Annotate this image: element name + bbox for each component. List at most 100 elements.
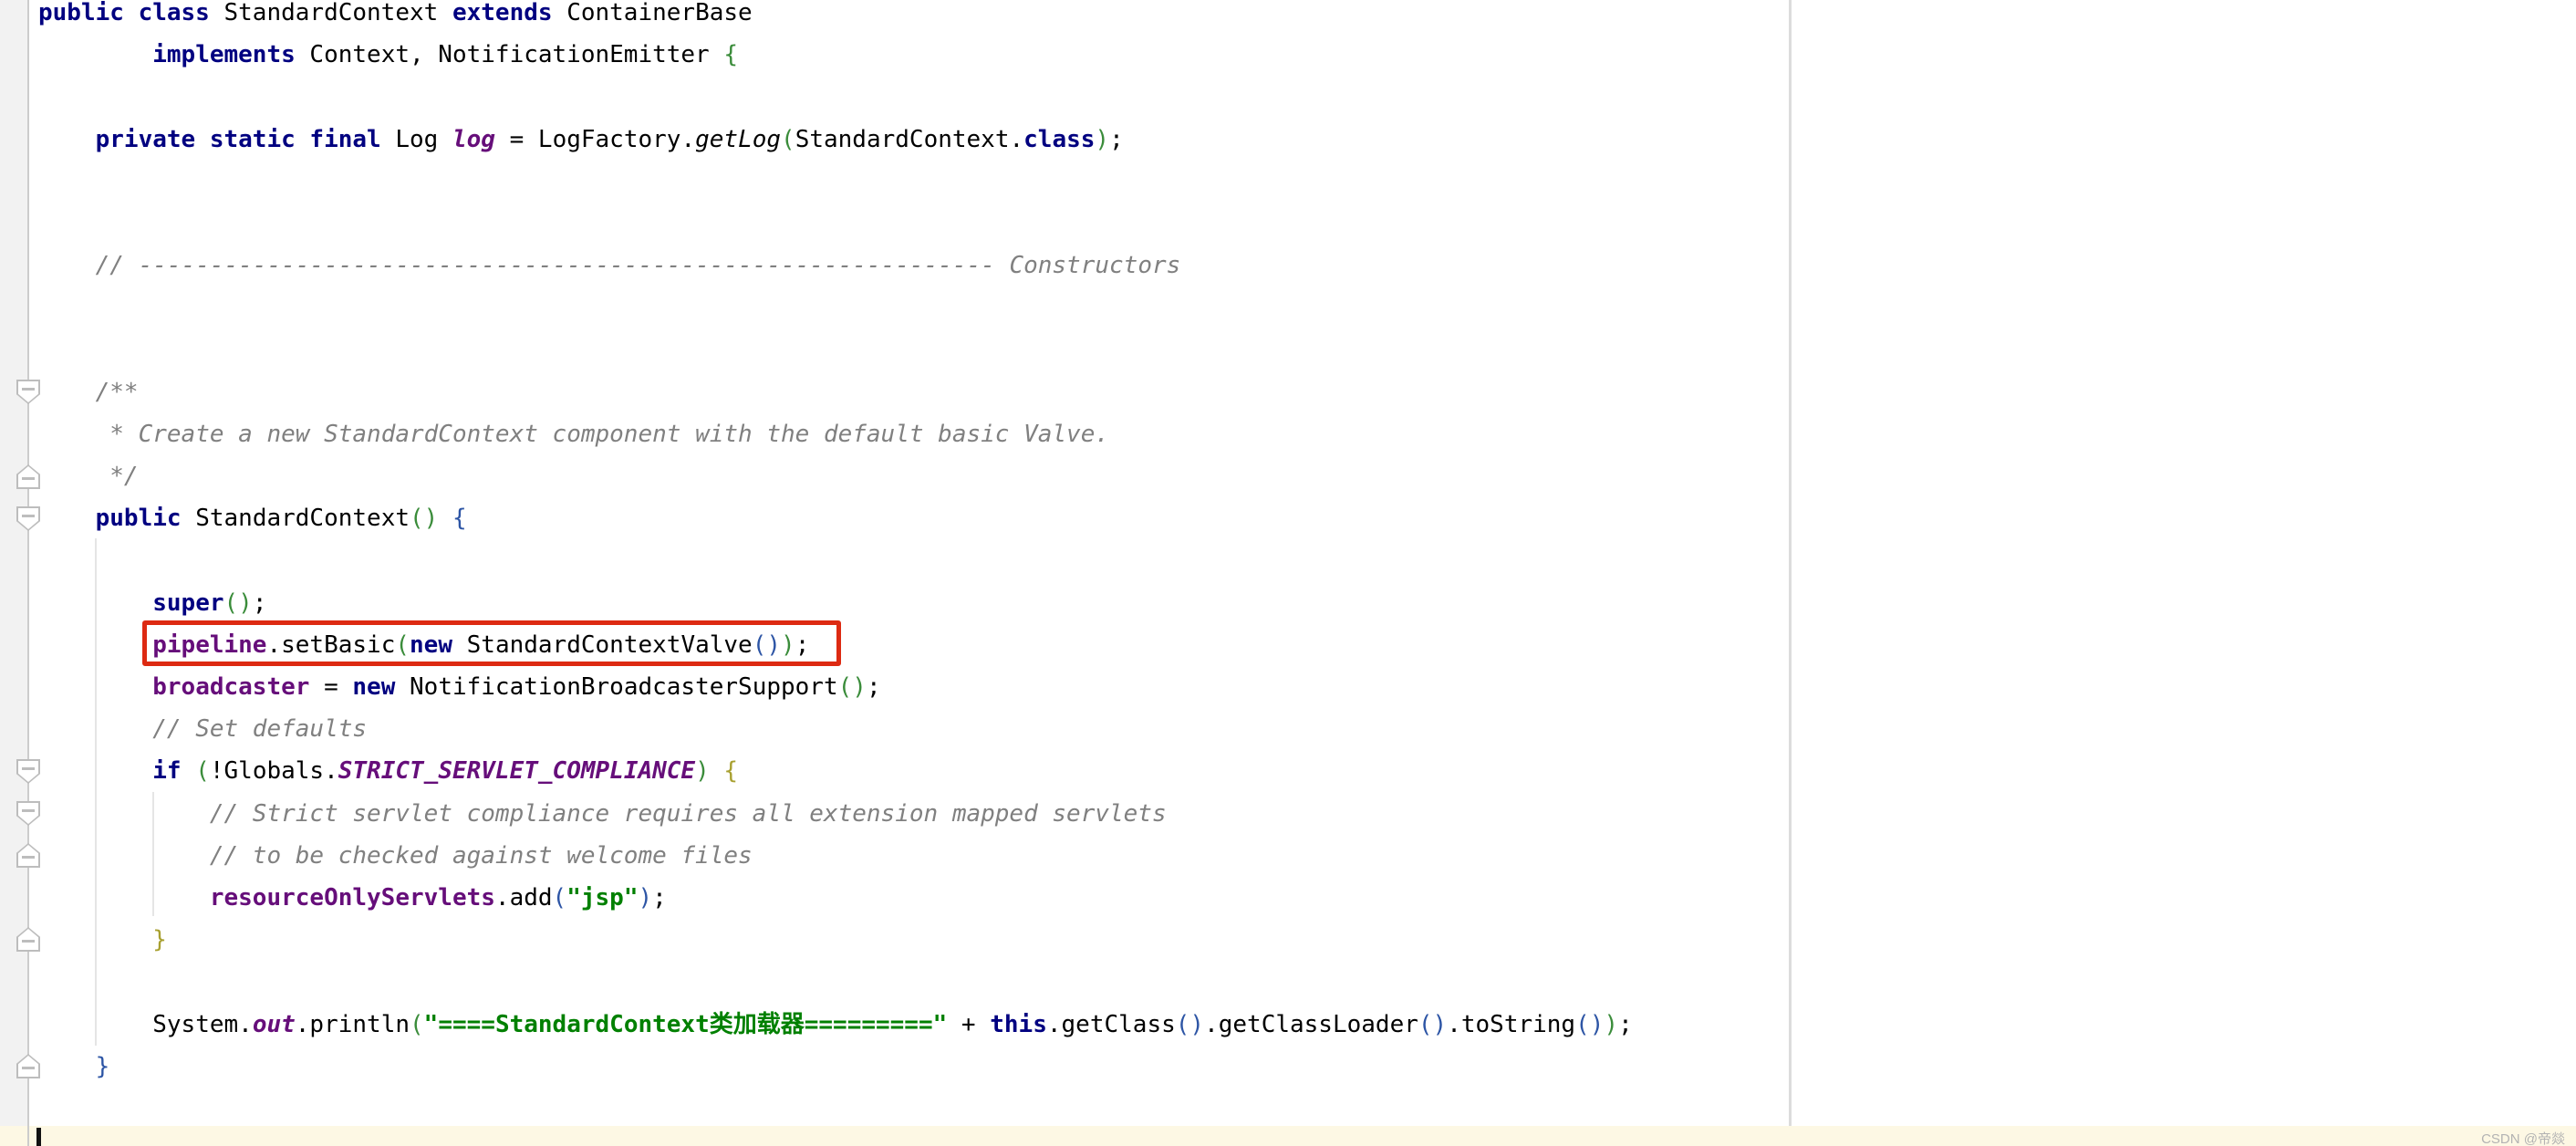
fold-end-marker[interactable] xyxy=(16,1054,40,1078)
code-line[interactable]: } xyxy=(38,919,1633,961)
code-token: .println xyxy=(296,1011,410,1038)
code-line[interactable] xyxy=(38,203,1633,245)
code-token xyxy=(38,379,96,406)
code-token: { xyxy=(452,505,467,532)
code-token: ) xyxy=(638,884,652,912)
code-token: /** xyxy=(96,379,139,406)
code-token: ContainerBase xyxy=(566,0,753,26)
code-token xyxy=(710,757,724,785)
code-token: ( xyxy=(195,757,210,785)
code-line[interactable] xyxy=(38,76,1633,118)
code-token xyxy=(38,421,109,448)
code-token: log xyxy=(452,126,495,153)
minus-icon xyxy=(22,856,35,859)
minus-icon xyxy=(22,388,35,391)
code-token: ; xyxy=(1618,1011,1633,1038)
code-token: // -------------------------------------… xyxy=(96,252,1181,279)
code-token: ) xyxy=(1095,126,1109,153)
code-token xyxy=(438,505,452,532)
code-token xyxy=(38,252,96,279)
code-line[interactable]: // Strict servlet compliance requires al… xyxy=(38,793,1633,835)
code-line[interactable]: broadcaster = new NotificationBroadcaste… xyxy=(38,666,1633,708)
code-token xyxy=(38,505,96,532)
code-line[interactable]: // Set defaults xyxy=(38,708,1633,750)
code-line[interactable]: resourceOnlyServlets.add("jsp"); xyxy=(38,877,1633,919)
code-token: ) xyxy=(695,757,710,785)
code-token xyxy=(38,463,109,490)
code-token: .getClass xyxy=(1047,1011,1176,1038)
code-token: System. xyxy=(152,1011,253,1038)
code-line[interactable]: super(); xyxy=(38,582,1633,624)
code-line[interactable]: // -------------------------------------… xyxy=(38,245,1633,286)
code-token: .getClassLoader xyxy=(1204,1011,1418,1038)
fold-marker-fill xyxy=(18,803,38,824)
fold-start-marker[interactable] xyxy=(16,801,40,826)
current-line-highlight xyxy=(0,1126,2576,1146)
code-token: ; xyxy=(652,884,667,912)
code-line[interactable]: * Create a new StandardContext component… xyxy=(38,413,1633,455)
code-token xyxy=(38,884,210,912)
minus-icon xyxy=(22,940,35,943)
minus-icon xyxy=(22,515,35,517)
code-line[interactable] xyxy=(38,161,1633,203)
code-token: extends xyxy=(452,0,566,26)
code-token: ( xyxy=(553,884,567,912)
code-token xyxy=(38,800,210,828)
code-token: // to be checked against welcome files xyxy=(210,842,753,870)
minus-icon xyxy=(22,767,35,770)
code-line[interactable]: public class StandardContext extends Con… xyxy=(38,0,1633,34)
code-token: Context, NotificationEmitter xyxy=(309,41,723,68)
code-token: !Globals. xyxy=(210,757,338,785)
fold-end-marker[interactable] xyxy=(16,843,40,868)
code-token xyxy=(38,842,210,870)
code-token: () xyxy=(410,505,438,532)
code-line[interactable]: System.out.println("====StandardContext类… xyxy=(38,1004,1633,1046)
code-line[interactable] xyxy=(38,961,1633,1003)
code-token: () xyxy=(838,673,867,701)
fold-end-marker[interactable] xyxy=(16,464,40,489)
code-token: = xyxy=(309,673,352,701)
code-token: out xyxy=(253,1011,296,1038)
fold-marker-fill xyxy=(18,761,38,782)
fold-start-marker[interactable] xyxy=(16,380,40,404)
fold-end-marker[interactable] xyxy=(16,927,40,952)
code-token: { xyxy=(723,41,738,68)
code-line[interactable]: /** xyxy=(38,371,1633,413)
code-line[interactable]: public StandardContext() { xyxy=(38,497,1633,539)
gutter-separator xyxy=(27,0,29,1146)
code-token: broadcaster xyxy=(152,673,309,701)
text-caret xyxy=(36,1128,41,1146)
code-line[interactable]: implements Context, NotificationEmitter … xyxy=(38,34,1633,76)
fold-start-marker[interactable] xyxy=(16,506,40,531)
fold-marker-fill xyxy=(18,381,38,402)
code-line[interactable]: } xyxy=(38,1046,1633,1088)
highlight-box xyxy=(142,620,841,666)
minus-icon xyxy=(22,1067,35,1069)
code-line[interactable]: if (!Globals.STRICT_SERVLET_COMPLIANCE) … xyxy=(38,750,1633,792)
code-token: { xyxy=(723,757,738,785)
code-token: if xyxy=(152,757,195,785)
code-token: () xyxy=(1575,1011,1604,1038)
editor-gutter xyxy=(0,0,27,1146)
code-token: () xyxy=(224,589,253,617)
code-token: Log xyxy=(395,126,452,153)
code-editor[interactable]: public class StandardContext extends Con… xyxy=(38,0,1633,1088)
code-line[interactable]: */ xyxy=(38,455,1633,497)
code-line[interactable] xyxy=(38,286,1633,328)
code-line[interactable] xyxy=(38,329,1633,371)
fold-start-marker[interactable] xyxy=(16,759,40,784)
code-token: STRICT_SERVLET_COMPLIANCE xyxy=(338,757,695,785)
code-token: ; xyxy=(1109,126,1124,153)
code-line[interactable] xyxy=(38,539,1633,581)
code-token: new xyxy=(352,673,410,701)
code-token: StandardContext xyxy=(195,505,410,532)
code-token: "====StandardContext类加载器=========" xyxy=(424,1011,948,1038)
code-token: = LogFactory. xyxy=(495,126,695,153)
code-token: } xyxy=(96,1053,110,1080)
code-token: NotificationBroadcasterSupport xyxy=(410,673,838,701)
code-token: "jsp" xyxy=(566,884,638,912)
code-token: */ xyxy=(109,463,138,490)
code-line[interactable]: private static final Log log = LogFactor… xyxy=(38,119,1633,161)
code-token: implements xyxy=(152,41,309,68)
code-line[interactable]: // to be checked against welcome files xyxy=(38,835,1633,877)
